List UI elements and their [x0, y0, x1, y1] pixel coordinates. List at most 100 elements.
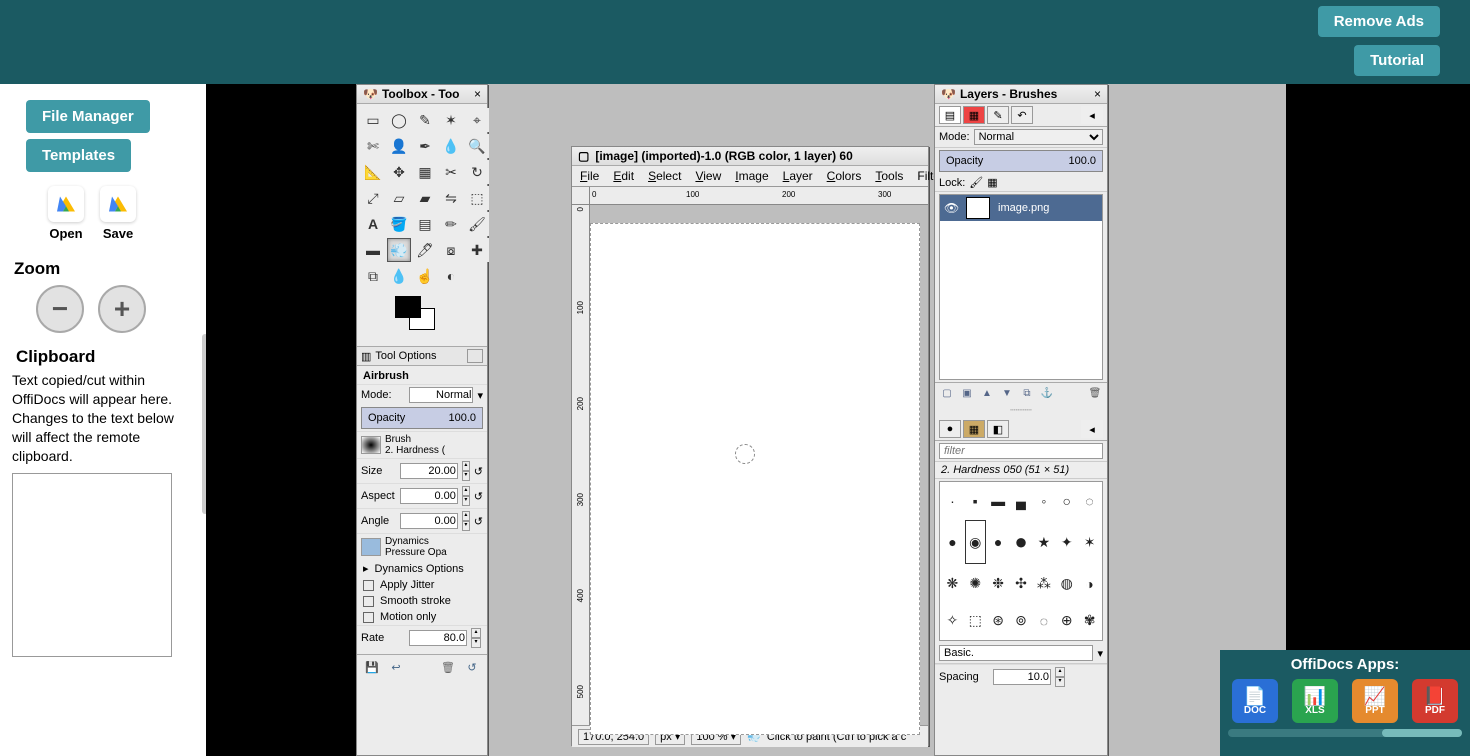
motion-only-row[interactable]: Motion only — [357, 609, 487, 625]
scissors-tool[interactable]: ✄ — [361, 134, 385, 158]
app-ppt[interactable]: 📈PPT — [1352, 679, 1398, 723]
blur-tool[interactable]: 💧 — [387, 264, 411, 288]
visibility-icon[interactable]: 👁 — [944, 201, 958, 215]
tab-brushes[interactable]: ● — [939, 420, 961, 438]
dynamics-options-expand[interactable]: ▸ Dynamics Options — [357, 560, 487, 577]
reset-icon[interactable]: ↺ — [474, 515, 483, 528]
brush-filter-input[interactable] — [939, 443, 1103, 459]
aspect-input[interactable] — [400, 488, 458, 504]
lock-alpha-icon[interactable]: ▦ — [987, 176, 997, 189]
layer-name[interactable]: image.png — [998, 202, 1049, 214]
brush-item[interactable]: ✺ — [965, 566, 986, 601]
menu-colors[interactable]: Colors — [827, 169, 862, 183]
menu-select[interactable]: Select — [648, 169, 681, 183]
tutorial-button[interactable]: Tutorial — [1354, 45, 1440, 76]
spacing-stepper[interactable]: ▴▾ — [1055, 667, 1065, 687]
brush-grid[interactable]: · ▪ ▬ ▄ ◦ ○ ◌ ● ◉ ● ● ★ ✦ ✶ ❋ — [939, 481, 1103, 641]
file-manager-button[interactable]: File Manager — [26, 100, 150, 133]
tab-channels[interactable]: ▦ — [963, 106, 985, 124]
shear-tool[interactable]: ▱ — [387, 186, 411, 210]
brush-item[interactable]: ★ — [1033, 520, 1054, 564]
text-tool[interactable]: A — [361, 212, 385, 236]
tab-menu-icon[interactable]: ◂ — [1081, 106, 1103, 124]
crop-tool[interactable]: ✂ — [439, 160, 463, 184]
size-input[interactable] — [400, 463, 458, 479]
perspective-clone-tool[interactable]: ⧉ — [361, 264, 385, 288]
color-select-tool[interactable]: ⌖ — [465, 108, 489, 132]
layer-list[interactable]: 👁 image.png — [939, 194, 1103, 380]
brush-item[interactable]: ◌ — [1033, 603, 1054, 638]
canvas[interactable] — [590, 223, 920, 735]
delete-preset-icon[interactable]: 🗑 — [439, 659, 457, 675]
paths-tool[interactable]: ✒ — [413, 134, 437, 158]
brush-item[interactable]: · — [942, 484, 963, 518]
templates-button[interactable]: Templates — [26, 139, 131, 172]
zoom-tool[interactable]: 🔍 — [465, 134, 489, 158]
remove-ads-button[interactable]: Remove Ads — [1318, 6, 1440, 37]
brush-item[interactable]: ◍ — [1056, 566, 1077, 601]
tab-layers[interactable]: ▤ — [939, 106, 961, 124]
foreground-swatch[interactable] — [395, 296, 421, 318]
menu-file[interactable]: File — [580, 169, 599, 183]
brush-item[interactable]: ⁂ — [1033, 566, 1054, 601]
brush-item[interactable]: ⬚ — [965, 603, 986, 638]
dynamics-icon[interactable] — [361, 538, 381, 556]
checkbox-icon[interactable] — [363, 580, 374, 591]
size-stepper[interactable]: ▴▾ — [462, 461, 470, 481]
mode-select[interactable] — [409, 387, 473, 403]
ruler-origin[interactable] — [572, 187, 590, 205]
reset-preset-icon[interactable]: ↺ — [463, 659, 481, 675]
layer-row[interactable]: 👁 image.png — [940, 195, 1102, 221]
apps-scrollbar[interactable] — [1228, 729, 1462, 737]
brush-item[interactable]: ✦ — [1056, 520, 1077, 564]
free-select-tool[interactable]: ✎ — [413, 108, 437, 132]
brush-item[interactable]: ◑ — [1079, 566, 1100, 601]
rotate-tool[interactable]: ↻ — [465, 160, 489, 184]
angle-stepper[interactable]: ▴▾ — [462, 511, 470, 531]
brush-item[interactable]: ✧ — [942, 603, 963, 638]
color-swatches[interactable] — [395, 296, 487, 342]
spacing-input[interactable] — [993, 669, 1051, 685]
tab-gradients[interactable]: ◧ — [987, 420, 1009, 438]
smooth-stroke-row[interactable]: Smooth stroke — [357, 593, 487, 609]
foreground-tool[interactable]: 👤 — [387, 134, 411, 158]
measure-tool[interactable]: 📐 — [361, 160, 385, 184]
brush-item[interactable]: ✣ — [1011, 566, 1032, 601]
clone-tool[interactable]: ⧇ — [439, 238, 463, 262]
dropdown-icon[interactable]: ▾ — [477, 389, 483, 402]
tab-paths[interactable]: ✎ — [987, 106, 1009, 124]
reset-icon[interactable]: ↺ — [474, 465, 483, 478]
brush-item[interactable]: ◌ — [1079, 484, 1100, 518]
delete-layer-icon[interactable]: 🗑 — [1087, 386, 1103, 400]
app-doc[interactable]: 📄DOC — [1232, 679, 1278, 723]
brush-item[interactable]: ▄ — [1011, 484, 1032, 518]
brush-item[interactable]: ⊛ — [988, 603, 1009, 638]
fuzzy-select-tool[interactable]: ✶ — [439, 108, 463, 132]
cage-tool[interactable]: ⬚ — [465, 186, 489, 210]
brush-item[interactable]: ✾ — [1079, 603, 1100, 638]
dodge-tool[interactable]: ◐ — [439, 264, 463, 288]
brush-item[interactable]: ○ — [1056, 484, 1077, 518]
brush-preview-icon[interactable] — [361, 436, 381, 454]
brush-item[interactable]: ✶ — [1079, 520, 1100, 564]
blend-tool[interactable]: ▤ — [413, 212, 437, 236]
rect-select-tool[interactable]: ▭ — [361, 108, 385, 132]
aspect-stepper[interactable]: ▴▾ — [462, 486, 470, 506]
ink-tool[interactable]: 🖊 — [413, 238, 437, 262]
save-drive[interactable]: Save — [100, 186, 136, 241]
menu-image[interactable]: Image — [735, 169, 768, 183]
angle-input[interactable] — [400, 513, 458, 529]
move-tool[interactable]: ✥ — [387, 160, 411, 184]
apply-jitter-row[interactable]: Apply Jitter — [357, 577, 487, 593]
eraser-tool[interactable]: ▬ — [361, 238, 385, 262]
tab-menu-icon[interactable]: ◂ — [1081, 420, 1103, 438]
brush-item[interactable]: ▬ — [988, 484, 1009, 518]
zoom-out-button[interactable]: − — [36, 285, 84, 333]
brush-item[interactable]: ◉ — [965, 520, 986, 564]
brush-item[interactable]: ● — [988, 520, 1009, 564]
menu-view[interactable]: View — [695, 169, 721, 183]
tab-undo[interactable]: ↶ — [1011, 106, 1033, 124]
save-preset-icon[interactable]: 💾 — [363, 659, 381, 675]
brush-item[interactable]: ⊚ — [1011, 603, 1032, 638]
opacity-slider[interactable]: Opacity 100.0 — [361, 407, 483, 429]
